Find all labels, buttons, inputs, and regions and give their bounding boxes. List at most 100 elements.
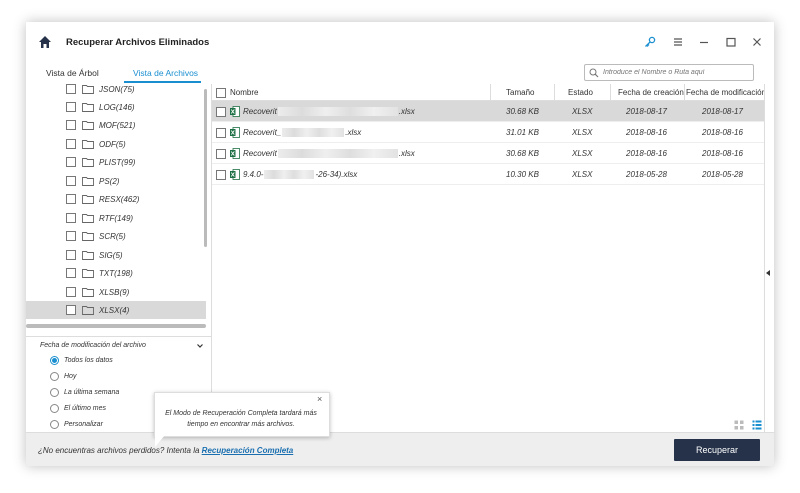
- checkbox[interactable]: [66, 84, 76, 94]
- checkbox[interactable]: [66, 176, 76, 186]
- tooltip-text: El Modo de Recuperación Completa tardará…: [165, 410, 317, 428]
- tree-item[interactable]: PLIST(99): [26, 153, 206, 171]
- tree-item[interactable]: RESX(462): [26, 190, 206, 208]
- radio-button[interactable]: [50, 388, 59, 397]
- chevron-down-icon[interactable]: [196, 342, 204, 350]
- radio-label: Personalizar: [64, 421, 103, 428]
- excel-file-icon: [230, 127, 240, 138]
- file-status: XLSX: [572, 128, 593, 137]
- file-modified: 2018-08-16: [702, 149, 743, 158]
- tree-item[interactable]: JSON(75): [26, 84, 206, 98]
- file-table: Nombre Tamaño Estado Fecha de creación F…: [212, 84, 766, 432]
- checkbox[interactable]: [66, 305, 76, 315]
- radio-option[interactable]: La última semana: [50, 388, 119, 397]
- checkbox[interactable]: [66, 102, 76, 112]
- radio-button[interactable]: [50, 404, 59, 413]
- title-bar: Recuperar Archivos Eliminados: [26, 22, 774, 62]
- file-status: XLSX: [572, 107, 593, 116]
- home-icon[interactable]: [38, 35, 52, 49]
- column-divider: [554, 84, 555, 101]
- tree-item[interactable]: SCR(5): [26, 227, 206, 245]
- minimize-icon[interactable]: [696, 34, 712, 50]
- close-icon[interactable]: ×: [317, 394, 322, 404]
- close-icon[interactable]: [749, 34, 765, 50]
- tree-item[interactable]: TXT(198): [26, 264, 206, 282]
- checkbox[interactable]: [66, 120, 76, 130]
- radio-option[interactable]: El último mes: [50, 404, 106, 413]
- tree-item-selected[interactable]: XLSX(4): [26, 301, 206, 319]
- radio-button[interactable]: [50, 420, 59, 429]
- file-modified: 2018-08-17: [702, 107, 743, 116]
- tree-item[interactable]: RTF(149): [26, 209, 206, 227]
- table-row[interactable]: Recoverit_ .xlsx 31.01 KB XLSX 2018-08-16…: [212, 122, 764, 143]
- table-row[interactable]: 9.4.0- -26-34).xlsx 10.30 KB XLSX 2018-05…: [212, 164, 764, 185]
- tree-item[interactable]: XLSB(9): [26, 283, 206, 301]
- grid-view-icon[interactable]: [734, 420, 744, 430]
- menu-icon[interactable]: [670, 34, 686, 50]
- checkbox[interactable]: [66, 194, 76, 204]
- radio-option[interactable]: Todos los datos: [50, 356, 113, 365]
- column-header-size[interactable]: Tamaño: [506, 88, 534, 97]
- filter-title: Fecha de modificación del archivo: [40, 342, 146, 349]
- checkbox[interactable]: [66, 213, 76, 223]
- horizontal-scrollbar[interactable]: [26, 324, 206, 328]
- file-modified: 2018-05-28: [702, 170, 743, 179]
- excel-file-icon: [230, 148, 240, 159]
- tree-item[interactable]: PS(2): [26, 172, 206, 190]
- radio-option[interactable]: Personalizar: [50, 420, 103, 429]
- recover-button[interactable]: Recuperar: [674, 439, 760, 461]
- footer-bar: ¿No encuentras archivos perdidos? Intent…: [26, 432, 774, 466]
- row-checkbox[interactable]: [216, 128, 226, 138]
- full-recovery-link[interactable]: Recuperación Completa: [202, 446, 294, 455]
- table-header: Nombre Tamaño Estado Fecha de creación F…: [212, 84, 766, 101]
- tree-item[interactable]: MOF(521): [26, 116, 206, 134]
- column-header-created[interactable]: Fecha de creación: [618, 88, 684, 97]
- app-window: Recuperar Archivos Eliminados Vista de Á…: [26, 22, 774, 466]
- chevron-left-icon: [766, 270, 770, 276]
- row-checkbox[interactable]: [216, 170, 226, 180]
- file-created: 2018-08-16: [626, 128, 667, 137]
- file-size: 30.68 KB: [506, 149, 539, 158]
- tab-tree-view[interactable]: Vista de Árbol: [46, 68, 99, 78]
- maximize-icon[interactable]: [723, 34, 739, 50]
- excel-file-icon: [230, 169, 240, 180]
- preview-panel-toggle[interactable]: [764, 84, 774, 432]
- checkbox[interactable]: [66, 287, 76, 297]
- select-all-checkbox[interactable]: [216, 88, 226, 98]
- tree-item[interactable]: LOG(146): [26, 98, 206, 116]
- tree-item-label: LOG(146): [99, 102, 135, 112]
- vertical-scrollbar[interactable]: [204, 89, 207, 247]
- checkbox[interactable]: [66, 157, 76, 167]
- tree-item[interactable]: ODF(5): [26, 135, 206, 153]
- file-created: 2018-08-17: [626, 107, 667, 116]
- tree-item-label: JSON(75): [99, 84, 135, 94]
- table-row[interactable]: Recoverit .xlsx 30.68 KB XLSX 2018-08-17 …: [212, 101, 764, 122]
- column-header-name[interactable]: Nombre: [230, 88, 258, 97]
- file-size: 30.68 KB: [506, 107, 539, 116]
- row-checkbox[interactable]: [216, 107, 226, 117]
- file-created: 2018-05-28: [626, 170, 667, 179]
- checkbox[interactable]: [66, 268, 76, 278]
- folder-icon: [82, 214, 94, 223]
- radio-button[interactable]: [50, 372, 59, 381]
- column-header-modified[interactable]: Fecha de modificación: [686, 88, 766, 97]
- list-view-icon[interactable]: [752, 420, 762, 430]
- radio-label: El último mes: [64, 405, 107, 412]
- checkbox[interactable]: [66, 139, 76, 149]
- radio-button[interactable]: [50, 356, 59, 365]
- search-box[interactable]: [584, 64, 754, 81]
- tree-item[interactable]: SIG(5): [26, 246, 206, 264]
- tree-item-label: PLIST(99): [99, 157, 136, 167]
- key-icon[interactable]: [642, 34, 658, 50]
- tab-file-view[interactable]: Vista de Archivos: [133, 68, 198, 78]
- checkbox[interactable]: [66, 250, 76, 260]
- radio-option[interactable]: Hoy: [50, 372, 76, 381]
- folder-icon: [82, 306, 94, 315]
- checkbox[interactable]: [66, 231, 76, 241]
- column-divider: [610, 84, 611, 101]
- app-title: Recuperar Archivos Eliminados: [66, 37, 210, 48]
- table-row[interactable]: Recoverit .xlsx 30.68 KB XLSX 2018-08-16 …: [212, 143, 764, 164]
- row-checkbox[interactable]: [216, 149, 226, 159]
- column-header-status[interactable]: Estado: [568, 88, 593, 97]
- search-input[interactable]: [603, 69, 743, 76]
